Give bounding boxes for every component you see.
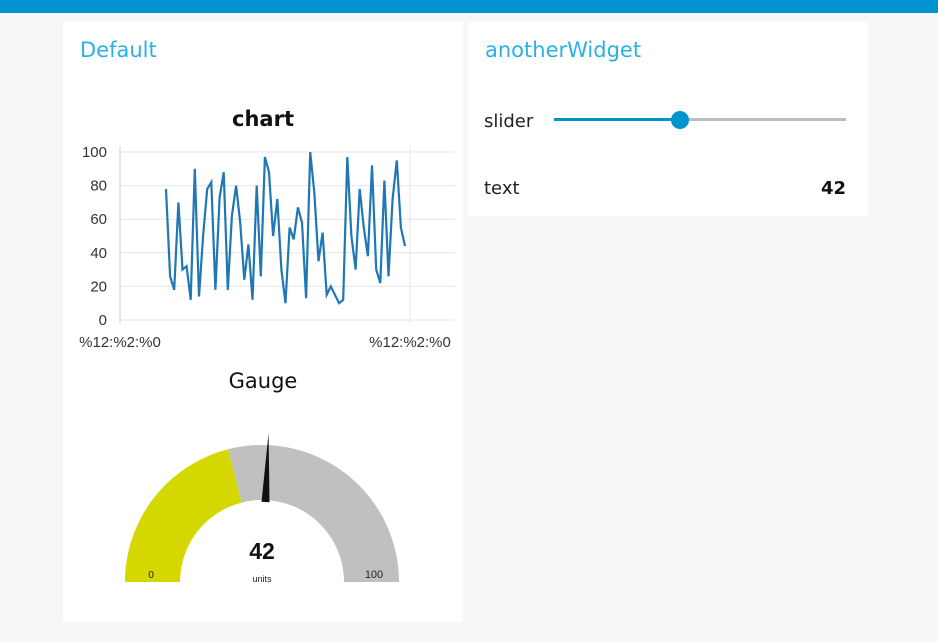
chart-y-ticks: 100 80 60 40 20 0 [82,144,107,329]
chart-y-tick-label: 100 [82,144,107,161]
gauge-units-label: units [252,574,272,584]
chart-y-tick-label: 60 [90,211,107,228]
header-bar [0,0,938,13]
chart-x-tick-label: %12:%2:%0 [79,334,161,351]
gauge-value-text: 42 [249,538,275,564]
text-widget-label: text [484,178,520,199]
group-default: Default chart 100 80 60 40 20 0 %12:%2:%0 %12:… [63,22,463,622]
chart-x-tick-label: %12:%2:%0 [369,334,451,351]
group-another-widget: anotherWidget slider text 42 [468,22,868,216]
gauge-min-label: 0 [148,570,154,581]
text-widget-value: 42 [820,178,846,199]
group-title-another-widget: anotherWidget [485,38,642,62]
gauge: 42 units 0 100 [125,433,399,584]
group-title-default: Default [80,38,157,62]
gauge-value-arc [125,449,242,582]
line-chart: 100 80 60 40 20 0 %12:%2:%0 %12:%2:%0 [79,144,455,351]
chart-y-tick-label: 80 [90,178,107,195]
gauge-title: Gauge [228,369,298,393]
slider-rest-track [679,118,846,121]
chart-title: chart [232,107,294,131]
slider-label: slider [484,111,534,132]
chart-y-tick-label: 0 [99,312,107,329]
slider-track[interactable] [554,111,846,129]
slider-active-track [554,118,680,121]
chart-x-ticks: %12:%2:%0 %12:%2:%0 [79,334,451,351]
chart-series-line [164,151,407,305]
chart-grid [119,146,455,324]
slider-thumb[interactable] [670,111,689,129]
chart-y-tick-label: 40 [90,245,107,262]
chart-y-tick-label: 20 [90,278,107,295]
gauge-max-label: 100 [365,569,383,581]
